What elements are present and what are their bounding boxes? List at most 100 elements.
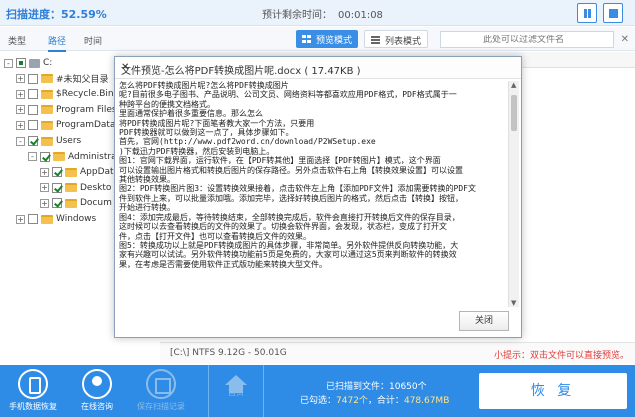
tree-node[interactable]: + Docum: [40, 196, 112, 210]
pause-button[interactable]: [577, 3, 597, 23]
tab-row: 类型 路径 时间 预览模式 列表模式 ✕: [0, 27, 635, 52]
grid-icon: [302, 35, 311, 43]
tree-node-label: C:: [43, 58, 53, 68]
tree-node[interactable]: - Users: [16, 134, 81, 148]
drive-icon: [29, 58, 40, 68]
tree-node[interactable]: + $Recycle.Bin: [16, 87, 114, 101]
home-icon: [225, 375, 247, 393]
expand-icon[interactable]: +: [40, 183, 49, 193]
clear-filter-icon[interactable]: ✕: [621, 34, 629, 45]
tree-node-label: #未知父目录: [56, 75, 109, 86]
scroll-down-icon[interactable]: ▼: [511, 299, 516, 307]
tree-node[interactable]: + AppDat: [40, 165, 114, 179]
tree-checkbox[interactable]: [28, 73, 38, 84]
save-icon: [146, 369, 176, 399]
tree-node[interactable]: - Administra: [28, 150, 117, 164]
tree-node[interactable]: + Windows: [16, 212, 96, 226]
collapse-icon[interactable]: -: [4, 58, 13, 68]
selected-prefix: 已勾选：: [300, 396, 337, 406]
save-scan-record-label: 保存扫描记录: [137, 402, 185, 411]
tree-checkbox[interactable]: [28, 136, 38, 146]
expand-icon[interactable]: +: [16, 105, 25, 115]
remaining-label: 预计剩余时间：: [262, 10, 332, 21]
tab-time[interactable]: 时间: [84, 34, 102, 47]
online-consult-label: 在线咨询: [81, 402, 113, 411]
tree-node-label: ProgramData: [56, 120, 116, 131]
folder-icon: [41, 74, 53, 84]
tree-checkbox[interactable]: [28, 120, 38, 131]
folder-icon: [41, 214, 53, 224]
tree-checkbox[interactable]: [16, 58, 26, 68]
tree-checkbox[interactable]: [40, 151, 50, 162]
expand-icon[interactable]: +: [16, 74, 25, 84]
phone-icon: [18, 369, 48, 399]
agent-icon: [82, 369, 112, 399]
tree-checkbox[interactable]: [52, 167, 62, 178]
scroll-up-icon[interactable]: ▲: [511, 81, 516, 89]
tree-node-label: Windows: [56, 214, 97, 224]
remaining-time: 预计剩余时间： 00:01:08: [262, 6, 383, 21]
tree-checkbox[interactable]: [52, 182, 62, 193]
save-scan-record-button[interactable]: 保存扫描记录: [130, 369, 192, 412]
list-mode-button[interactable]: 列表模式: [364, 30, 429, 48]
preview-scrollbar[interactable]: ▲ ▼: [508, 81, 519, 307]
expand-icon[interactable]: +: [16, 214, 25, 224]
preview-mode-button[interactable]: 预览模式: [296, 30, 359, 48]
folder-icon: [53, 152, 65, 162]
list-icon: [371, 36, 380, 44]
home-button[interactable]: 首页: [208, 365, 264, 417]
tree-node-label: Program Files: [56, 104, 117, 115]
expand-icon[interactable]: +: [40, 198, 49, 208]
folder-icon: [65, 198, 77, 208]
expand-icon[interactable]: +: [16, 89, 25, 99]
preview-mode-label: 预览模式: [316, 36, 353, 46]
tab-path[interactable]: 路径: [48, 34, 67, 52]
collapse-icon[interactable]: -: [16, 136, 25, 146]
scan-progress-bar: 扫描进度：52.59% 预计剩余时间： 00:01:08: [0, 0, 635, 26]
tree-node[interactable]: + #未知父目录: [16, 72, 109, 86]
remaining-value: 00:01:08: [338, 10, 383, 21]
tree-node-label: Deskto: [80, 182, 112, 193]
tree-checkbox[interactable]: [52, 198, 62, 209]
folder-icon: [41, 105, 53, 115]
filter-input[interactable]: [483, 35, 593, 45]
expand-icon[interactable]: +: [40, 167, 49, 177]
recover-button[interactable]: 恢 复: [479, 373, 627, 409]
collapse-icon[interactable]: -: [28, 152, 37, 162]
tree-node-label: Administra: [68, 151, 117, 162]
tip-text: 小提示：双击文件可以直接预览。: [493, 351, 629, 361]
close-button[interactable]: 关闭: [459, 311, 509, 331]
tree-node[interactable]: + Deskto: [40, 181, 111, 195]
tree-checkbox[interactable]: [28, 89, 38, 100]
bottom-bar: 手机数据恢复 在线咨询 保存扫描记录 首页 已扫描到文件：10650个 已勾选：…: [0, 365, 635, 417]
tree-node-label: Users: [56, 136, 82, 146]
filter-box: ✕: [440, 31, 629, 48]
folder-icon: [41, 136, 53, 146]
tree-node[interactable]: - C:: [4, 56, 52, 70]
folder-icon: [65, 167, 77, 177]
tree-node[interactable]: + Program Files: [16, 103, 117, 117]
scan-progress-text: 扫描进度：52.59%: [6, 8, 107, 21]
total-size: 478.67MB: [403, 396, 450, 406]
folder-icon: [41, 120, 53, 130]
phone-recovery-button[interactable]: 手机数据恢复: [2, 369, 64, 412]
stop-button[interactable]: [603, 3, 623, 23]
preview-text: 怎么将PDF转换成图片呢?怎么将PDF转换成图片 呢?目前很多电子图书、产品说明…: [119, 81, 476, 269]
tree-node-label: AppDat: [80, 167, 114, 178]
total-prefix: ，合计：: [367, 396, 404, 406]
expand-icon[interactable]: +: [16, 120, 25, 130]
scroll-thumb[interactable]: [511, 95, 517, 131]
dialog-titlebar: 文件预览-怎么将PDF转换成图片呢.docx ( 17.47KB ) ✕: [115, 57, 521, 79]
close-icon[interactable]: ✕: [121, 62, 515, 73]
selected-summary: 已勾选：7472个，合计：478.67MB: [300, 393, 449, 406]
selected-count: 7472个: [336, 396, 368, 406]
folder-icon: [65, 183, 77, 193]
tree-checkbox[interactable]: [28, 214, 38, 224]
tree-node-label: $Recycle.Bin: [56, 89, 114, 100]
disk-info: [C:\] NTFS 9.12G - 50.01G: [170, 348, 287, 358]
online-consult-button[interactable]: 在线咨询: [66, 369, 128, 412]
status-line: [C:\] NTFS 9.12G - 50.01G 小提示：双击文件可以直接预览…: [160, 342, 635, 364]
tree-node[interactable]: + ProgramData: [16, 118, 115, 132]
tree-checkbox[interactable]: [28, 104, 38, 115]
tab-type[interactable]: 类型: [8, 34, 26, 47]
